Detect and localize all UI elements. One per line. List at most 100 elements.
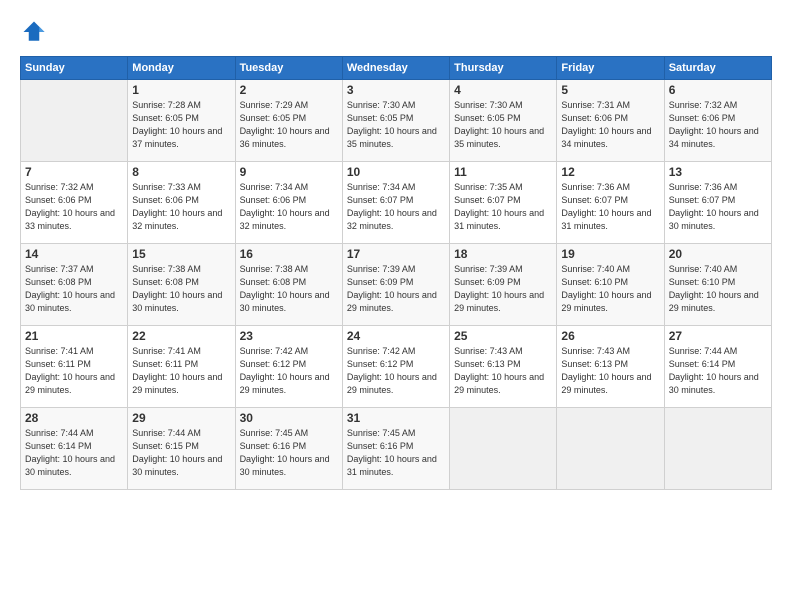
day-info: Sunrise: 7:32 AM Sunset: 6:06 PM Dayligh…: [25, 181, 123, 233]
day-info: Sunrise: 7:42 AM Sunset: 6:12 PM Dayligh…: [347, 345, 445, 397]
day-number: 5: [561, 83, 659, 97]
day-info: Sunrise: 7:34 AM Sunset: 6:06 PM Dayligh…: [240, 181, 338, 233]
calendar-cell: 21 Sunrise: 7:41 AM Sunset: 6:11 PM Dayl…: [21, 326, 128, 408]
calendar-week: 14 Sunrise: 7:37 AM Sunset: 6:08 PM Dayl…: [21, 244, 772, 326]
day-number: 4: [454, 83, 552, 97]
day-number: 7: [25, 165, 123, 179]
day-number: 8: [132, 165, 230, 179]
calendar-cell: 19 Sunrise: 7:40 AM Sunset: 6:10 PM Dayl…: [557, 244, 664, 326]
day-number: 23: [240, 329, 338, 343]
day-number: 11: [454, 165, 552, 179]
calendar-cell: 6 Sunrise: 7:32 AM Sunset: 6:06 PM Dayli…: [664, 80, 771, 162]
page: SundayMondayTuesdayWednesdayThursdayFrid…: [0, 0, 792, 612]
calendar-cell: [664, 408, 771, 490]
day-number: 26: [561, 329, 659, 343]
day-info: Sunrise: 7:42 AM Sunset: 6:12 PM Dayligh…: [240, 345, 338, 397]
day-info: Sunrise: 7:30 AM Sunset: 6:05 PM Dayligh…: [454, 99, 552, 151]
calendar-cell: 17 Sunrise: 7:39 AM Sunset: 6:09 PM Dayl…: [342, 244, 449, 326]
day-number: 3: [347, 83, 445, 97]
calendar-cell: 1 Sunrise: 7:28 AM Sunset: 6:05 PM Dayli…: [128, 80, 235, 162]
calendar-cell: 7 Sunrise: 7:32 AM Sunset: 6:06 PM Dayli…: [21, 162, 128, 244]
header: [20, 18, 772, 46]
day-header: Wednesday: [342, 57, 449, 80]
day-info: Sunrise: 7:28 AM Sunset: 6:05 PM Dayligh…: [132, 99, 230, 151]
day-number: 1: [132, 83, 230, 97]
calendar-cell: [557, 408, 664, 490]
day-info: Sunrise: 7:43 AM Sunset: 6:13 PM Dayligh…: [454, 345, 552, 397]
day-number: 19: [561, 247, 659, 261]
logo: [20, 18, 52, 46]
day-info: Sunrise: 7:41 AM Sunset: 6:11 PM Dayligh…: [25, 345, 123, 397]
day-number: 16: [240, 247, 338, 261]
calendar-week: 1 Sunrise: 7:28 AM Sunset: 6:05 PM Dayli…: [21, 80, 772, 162]
day-info: Sunrise: 7:40 AM Sunset: 6:10 PM Dayligh…: [561, 263, 659, 315]
day-info: Sunrise: 7:37 AM Sunset: 6:08 PM Dayligh…: [25, 263, 123, 315]
day-info: Sunrise: 7:32 AM Sunset: 6:06 PM Dayligh…: [669, 99, 767, 151]
day-info: Sunrise: 7:41 AM Sunset: 6:11 PM Dayligh…: [132, 345, 230, 397]
day-info: Sunrise: 7:40 AM Sunset: 6:10 PM Dayligh…: [669, 263, 767, 315]
day-info: Sunrise: 7:34 AM Sunset: 6:07 PM Dayligh…: [347, 181, 445, 233]
calendar-cell: 29 Sunrise: 7:44 AM Sunset: 6:15 PM Dayl…: [128, 408, 235, 490]
day-number: 22: [132, 329, 230, 343]
day-info: Sunrise: 7:45 AM Sunset: 6:16 PM Dayligh…: [347, 427, 445, 479]
day-number: 15: [132, 247, 230, 261]
day-header: Tuesday: [235, 57, 342, 80]
day-number: 27: [669, 329, 767, 343]
day-number: 13: [669, 165, 767, 179]
calendar-cell: 20 Sunrise: 7:40 AM Sunset: 6:10 PM Dayl…: [664, 244, 771, 326]
calendar-week: 21 Sunrise: 7:41 AM Sunset: 6:11 PM Dayl…: [21, 326, 772, 408]
calendar-cell: 9 Sunrise: 7:34 AM Sunset: 6:06 PM Dayli…: [235, 162, 342, 244]
day-number: 18: [454, 247, 552, 261]
day-info: Sunrise: 7:33 AM Sunset: 6:06 PM Dayligh…: [132, 181, 230, 233]
calendar-cell: 27 Sunrise: 7:44 AM Sunset: 6:14 PM Dayl…: [664, 326, 771, 408]
day-header: Saturday: [664, 57, 771, 80]
calendar-cell: 11 Sunrise: 7:35 AM Sunset: 6:07 PM Dayl…: [450, 162, 557, 244]
calendar-cell: 14 Sunrise: 7:37 AM Sunset: 6:08 PM Dayl…: [21, 244, 128, 326]
calendar-cell: 12 Sunrise: 7:36 AM Sunset: 6:07 PM Dayl…: [557, 162, 664, 244]
day-info: Sunrise: 7:35 AM Sunset: 6:07 PM Dayligh…: [454, 181, 552, 233]
day-info: Sunrise: 7:43 AM Sunset: 6:13 PM Dayligh…: [561, 345, 659, 397]
day-info: Sunrise: 7:29 AM Sunset: 6:05 PM Dayligh…: [240, 99, 338, 151]
day-number: 25: [454, 329, 552, 343]
day-info: Sunrise: 7:36 AM Sunset: 6:07 PM Dayligh…: [669, 181, 767, 233]
day-info: Sunrise: 7:44 AM Sunset: 6:15 PM Dayligh…: [132, 427, 230, 479]
day-info: Sunrise: 7:30 AM Sunset: 6:05 PM Dayligh…: [347, 99, 445, 151]
calendar-cell: 23 Sunrise: 7:42 AM Sunset: 6:12 PM Dayl…: [235, 326, 342, 408]
calendar-cell: 16 Sunrise: 7:38 AM Sunset: 6:08 PM Dayl…: [235, 244, 342, 326]
calendar-cell: 18 Sunrise: 7:39 AM Sunset: 6:09 PM Dayl…: [450, 244, 557, 326]
calendar-cell: 8 Sunrise: 7:33 AM Sunset: 6:06 PM Dayli…: [128, 162, 235, 244]
day-number: 2: [240, 83, 338, 97]
calendar-table: SundayMondayTuesdayWednesdayThursdayFrid…: [20, 56, 772, 490]
day-info: Sunrise: 7:44 AM Sunset: 6:14 PM Dayligh…: [669, 345, 767, 397]
day-number: 12: [561, 165, 659, 179]
calendar-cell: 22 Sunrise: 7:41 AM Sunset: 6:11 PM Dayl…: [128, 326, 235, 408]
day-number: 10: [347, 165, 445, 179]
calendar-cell: 13 Sunrise: 7:36 AM Sunset: 6:07 PM Dayl…: [664, 162, 771, 244]
calendar-week: 28 Sunrise: 7:44 AM Sunset: 6:14 PM Dayl…: [21, 408, 772, 490]
day-header: Sunday: [21, 57, 128, 80]
day-number: 29: [132, 411, 230, 425]
day-info: Sunrise: 7:39 AM Sunset: 6:09 PM Dayligh…: [454, 263, 552, 315]
day-number: 21: [25, 329, 123, 343]
day-info: Sunrise: 7:45 AM Sunset: 6:16 PM Dayligh…: [240, 427, 338, 479]
calendar-cell: 4 Sunrise: 7:30 AM Sunset: 6:05 PM Dayli…: [450, 80, 557, 162]
day-info: Sunrise: 7:38 AM Sunset: 6:08 PM Dayligh…: [240, 263, 338, 315]
calendar-week: 7 Sunrise: 7:32 AM Sunset: 6:06 PM Dayli…: [21, 162, 772, 244]
day-number: 28: [25, 411, 123, 425]
day-number: 20: [669, 247, 767, 261]
day-number: 6: [669, 83, 767, 97]
header-row: SundayMondayTuesdayWednesdayThursdayFrid…: [21, 57, 772, 80]
calendar-body: 1 Sunrise: 7:28 AM Sunset: 6:05 PM Dayli…: [21, 80, 772, 490]
calendar-cell: 24 Sunrise: 7:42 AM Sunset: 6:12 PM Dayl…: [342, 326, 449, 408]
day-number: 9: [240, 165, 338, 179]
day-info: Sunrise: 7:36 AM Sunset: 6:07 PM Dayligh…: [561, 181, 659, 233]
day-header: Thursday: [450, 57, 557, 80]
calendar-cell: 25 Sunrise: 7:43 AM Sunset: 6:13 PM Dayl…: [450, 326, 557, 408]
day-info: Sunrise: 7:31 AM Sunset: 6:06 PM Dayligh…: [561, 99, 659, 151]
day-number: 31: [347, 411, 445, 425]
logo-icon: [20, 18, 48, 46]
calendar-cell: 31 Sunrise: 7:45 AM Sunset: 6:16 PM Dayl…: [342, 408, 449, 490]
day-number: 30: [240, 411, 338, 425]
day-number: 14: [25, 247, 123, 261]
calendar-cell: 10 Sunrise: 7:34 AM Sunset: 6:07 PM Dayl…: [342, 162, 449, 244]
